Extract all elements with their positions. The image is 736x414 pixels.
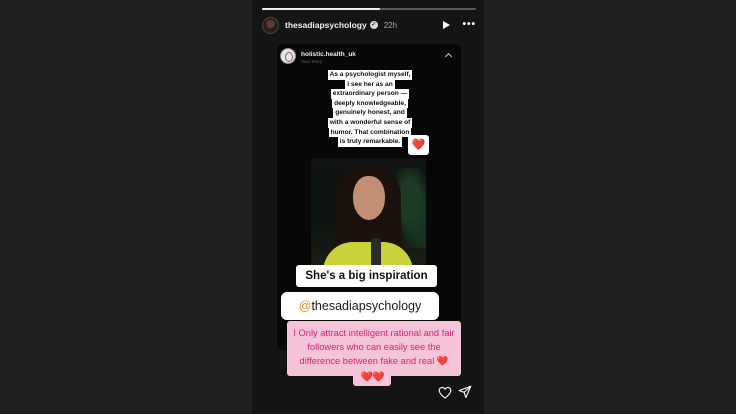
quote-line: humor. That combination xyxy=(328,127,412,138)
quote-line: As a psychologist myself, xyxy=(327,70,413,80)
avatar[interactable] xyxy=(262,16,279,34)
send-icon[interactable] xyxy=(458,385,472,399)
play-icon[interactable] xyxy=(443,21,451,29)
mention-sticker[interactable]: @thesadiapsychology xyxy=(281,292,439,320)
heart-sticker: ❤️ xyxy=(408,135,429,155)
story-header: thesadiapsychology ✓ 22h ••• xyxy=(262,15,476,35)
inspiration-caption: She's a big inspiration xyxy=(296,265,437,287)
photo-face xyxy=(353,176,385,220)
quote-line: deeply knowledgeable, xyxy=(332,98,408,109)
heart-outline-icon[interactable] xyxy=(438,386,452,399)
reshared-header: holistic.health_uk Your Story xyxy=(277,44,461,68)
quote-line: genuinely honest, and xyxy=(333,108,407,118)
chevron-up-icon[interactable] xyxy=(444,52,453,61)
more-options-icon[interactable]: ••• xyxy=(462,20,476,30)
quote-line: is truly remarkable. xyxy=(337,137,403,147)
overlay-text-box: I Only attract intelligent rational and … xyxy=(287,321,461,376)
mention-at-symbol: @ xyxy=(298,299,312,313)
overlay-hearts: ❤️❤️ xyxy=(353,370,391,386)
speaker-photo xyxy=(311,158,426,268)
microphone xyxy=(371,238,381,268)
header-controls: ••• xyxy=(443,20,476,30)
story-viewer: thesadiapsychology ✓ 22h ••• holistic.he… xyxy=(0,0,736,414)
story-progress-bar xyxy=(262,8,476,10)
quote-line: extraordinary person — xyxy=(330,89,410,99)
verified-badge-icon: ✓ xyxy=(369,21,378,29)
reshared-username[interactable]: holistic.health_uk xyxy=(301,51,356,58)
story-timestamp: 22h xyxy=(383,20,398,30)
reshared-subtitle: Your Story xyxy=(301,59,322,64)
reshared-avatar[interactable] xyxy=(280,48,296,64)
story-username[interactable]: thesadiapsychology xyxy=(285,20,367,30)
mention-handle: thesadiapsychology xyxy=(311,299,422,313)
quote-line: I see her as an xyxy=(345,79,395,90)
story-progress-fill xyxy=(262,8,380,10)
quote-line: with a wonderful sense of xyxy=(327,117,413,128)
